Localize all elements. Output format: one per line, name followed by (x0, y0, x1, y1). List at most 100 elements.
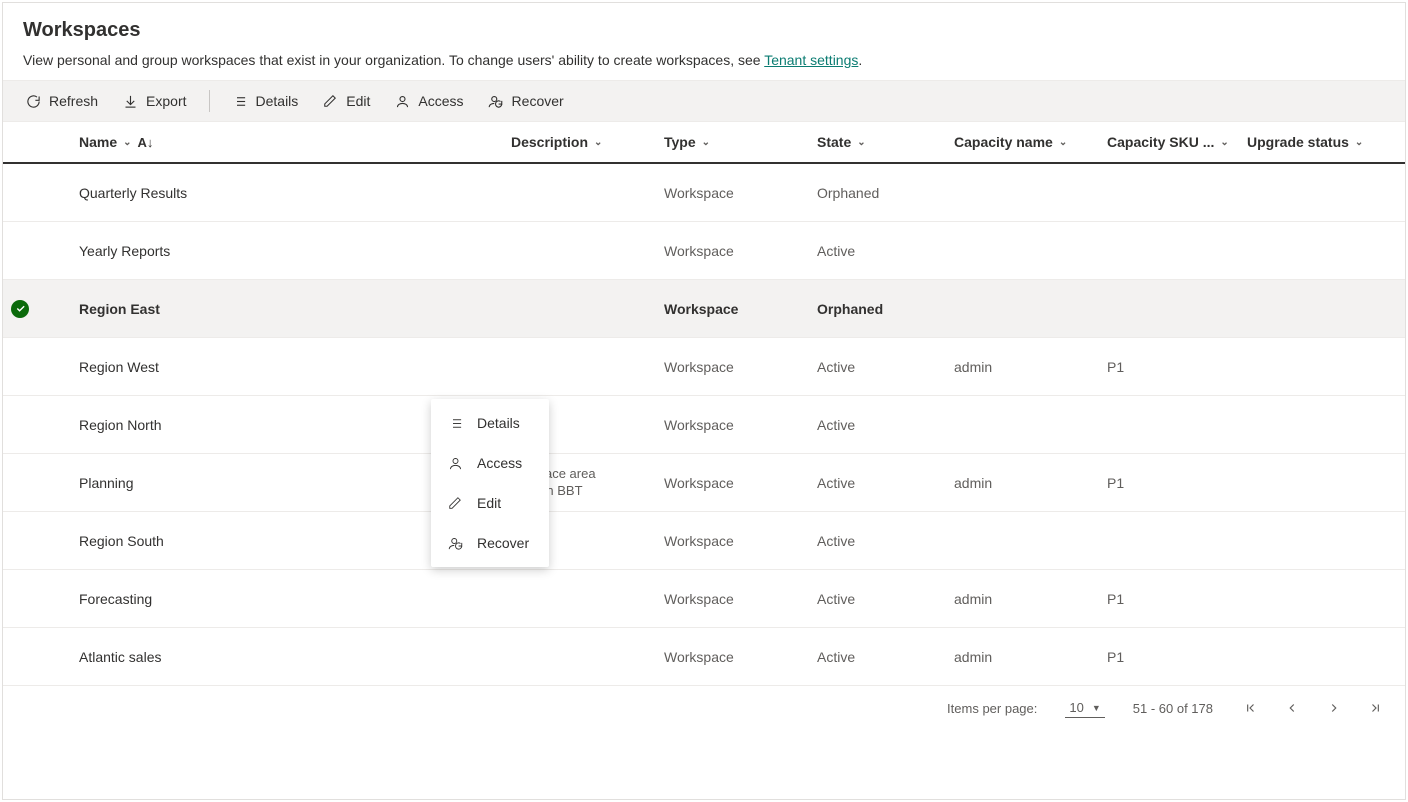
row-state-cell: Active (809, 243, 946, 259)
row-name-cell: Yearly Reports (71, 243, 503, 259)
menu-recover[interactable]: Recover (431, 523, 549, 563)
col-description-header[interactable]: Description ⌄ (503, 134, 656, 150)
row-name-cell: Region West (71, 359, 503, 375)
refresh-button[interactable]: Refresh (19, 89, 104, 113)
table-row[interactable]: Atlantic salesWorkspaceActiveadminP1 (3, 628, 1405, 686)
prev-page-button[interactable] (1283, 699, 1301, 717)
recover-icon (488, 93, 504, 109)
edit-label: Edit (346, 93, 370, 109)
chevron-down-icon: ⌄ (702, 137, 710, 148)
row-name-cell: Forecasting (71, 591, 503, 607)
page-title: Workspaces (23, 19, 1385, 42)
row-capacity-sku-cell: P1 (1099, 649, 1239, 665)
chevron-down-icon: ⌄ (1220, 137, 1228, 148)
menu-edit-label: Edit (477, 495, 501, 511)
list-icon (447, 415, 463, 431)
recover-icon (447, 535, 463, 551)
subtitle-text-pre: View personal and group workspaces that … (23, 52, 764, 68)
row-capacity-sku-cell: P1 (1099, 359, 1239, 375)
col-upgrade-status-label: Upgrade status (1247, 134, 1349, 150)
row-state-cell: Orphaned (809, 185, 946, 201)
table-row[interactable]: Region WestWorkspaceActiveadminP1 (3, 338, 1405, 396)
person-icon (394, 93, 410, 109)
col-type-label: Type (664, 134, 696, 150)
col-name-header[interactable]: Name ⌄ A↓ (71, 134, 503, 150)
chevron-down-icon: ⌄ (594, 137, 602, 148)
edit-button[interactable]: Edit (316, 89, 376, 113)
details-button[interactable]: Details (226, 89, 305, 113)
row-capacity-name-cell: admin (946, 649, 1099, 665)
col-capacity-sku-label: Capacity SKU ... (1107, 134, 1214, 150)
row-type-cell: Workspace (656, 649, 809, 665)
row-state-cell: Active (809, 591, 946, 607)
row-capacity-name-cell: admin (946, 591, 1099, 607)
tenant-settings-link[interactable]: Tenant settings (764, 52, 858, 68)
workspace-name: Atlantic sales (79, 649, 161, 665)
workspaces-table: Name ⌄ A↓ Description ⌄ Type ⌄ State ⌄ C… (3, 122, 1405, 686)
col-type-header[interactable]: Type ⌄ (656, 134, 809, 150)
refresh-icon (25, 93, 41, 109)
person-icon (447, 455, 463, 471)
items-per-page-label: Items per page: (947, 701, 1037, 716)
refresh-label: Refresh (49, 93, 98, 109)
workspace-name: Region West (79, 359, 159, 375)
menu-recover-label: Recover (477, 535, 529, 551)
menu-details[interactable]: Details (431, 403, 549, 443)
table-row[interactable]: Quarterly ResultsWorkspaceOrphaned (3, 164, 1405, 222)
workspace-name: Planning (79, 475, 134, 491)
last-page-button[interactable] (1367, 699, 1385, 717)
row-select-cell[interactable] (3, 300, 71, 318)
export-label: Export (146, 93, 186, 109)
access-label: Access (418, 93, 463, 109)
toolbar-separator (209, 90, 210, 112)
row-name-cell: Region East (71, 301, 503, 317)
items-per-page-value: 10 (1069, 700, 1083, 715)
row-capacity-name-cell: admin (946, 359, 1099, 375)
page-container: Workspaces View personal and group works… (2, 2, 1406, 800)
col-upgrade-status-header[interactable]: Upgrade status ⌄ (1239, 134, 1387, 150)
table-row[interactable]: Yearly ReportsWorkspaceActive (3, 222, 1405, 280)
row-name-cell: Quarterly Results (71, 185, 503, 201)
workspace-name: Region North (79, 417, 162, 433)
pagination-controls (1241, 699, 1385, 717)
page-subtitle: View personal and group workspaces that … (23, 52, 1385, 68)
menu-access[interactable]: Access (431, 443, 549, 483)
col-state-header[interactable]: State ⌄ (809, 134, 946, 150)
row-type-cell: Workspace (656, 417, 809, 433)
menu-edit[interactable]: Edit (431, 483, 549, 523)
details-label: Details (256, 93, 299, 109)
table-row[interactable]: PlanningorkSpace arear test in BBTWorksp… (3, 454, 1405, 512)
row-state-cell: Active (809, 475, 946, 491)
pagination-bar: Items per page: 10 ▼ 51 - 60 of 178 (3, 686, 1405, 730)
table-row[interactable]: Region SouthWorkspaceActive (3, 512, 1405, 570)
recover-label: Recover (512, 93, 564, 109)
more-options-icon[interactable] (447, 301, 463, 317)
toolbar: Refresh Export Details Edit Access (3, 80, 1405, 122)
row-capacity-name-cell: admin (946, 475, 1099, 491)
first-page-button[interactable] (1241, 699, 1259, 717)
col-capacity-name-header[interactable]: Capacity name ⌄ (946, 134, 1099, 150)
recover-button[interactable]: Recover (482, 89, 570, 113)
chevron-down-icon: ⌄ (1355, 137, 1363, 148)
row-state-cell: Active (809, 533, 946, 549)
subtitle-text-post: . (858, 52, 862, 68)
chevron-down-icon: ⌄ (123, 137, 131, 148)
table-row[interactable]: ForecastingWorkspaceActiveadminP1 (3, 570, 1405, 628)
items-per-page-select[interactable]: 10 ▼ (1065, 698, 1104, 718)
row-context-menu: Details Access Edit Recover (431, 399, 549, 567)
row-state-cell: Active (809, 417, 946, 433)
page-header: Workspaces View personal and group works… (3, 3, 1405, 80)
row-type-cell: Workspace (656, 301, 809, 317)
next-page-button[interactable] (1325, 699, 1343, 717)
workspace-name: Region South (79, 533, 164, 549)
table-body: Quarterly ResultsWorkspaceOrphanedYearly… (3, 164, 1405, 686)
table-row[interactable]: Region North WorkspaceActive (3, 396, 1405, 454)
access-button[interactable]: Access (388, 89, 469, 113)
chevron-down-icon: ⌄ (857, 137, 865, 148)
export-button[interactable]: Export (116, 89, 192, 113)
pencil-icon (322, 93, 338, 109)
col-capacity-name-label: Capacity name (954, 134, 1053, 150)
col-capacity-sku-header[interactable]: Capacity SKU ... ⌄ (1099, 134, 1239, 150)
checkmark-icon (11, 300, 29, 318)
table-row[interactable]: Region EastWorkspaceOrphaned (3, 280, 1405, 338)
